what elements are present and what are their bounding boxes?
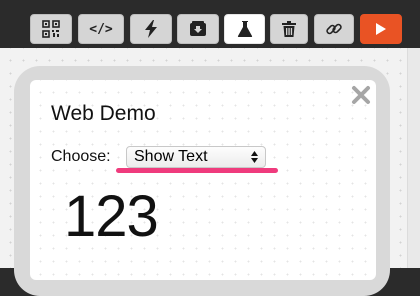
download-button[interactable] <box>177 14 219 44</box>
flask-button[interactable] <box>224 14 265 44</box>
scrollbar[interactable] <box>407 48 420 268</box>
flask-icon <box>237 21 252 37</box>
choose-label: Choose: <box>51 148 111 165</box>
select-highlight-underline <box>116 168 278 173</box>
lightning-button[interactable] <box>130 14 172 44</box>
display-text: 123 <box>64 184 159 249</box>
close-icon[interactable] <box>351 85 371 105</box>
link-icon <box>326 23 342 35</box>
qr-code-icon <box>42 20 60 38</box>
play-icon <box>376 23 386 35</box>
run-button[interactable] <box>360 14 402 44</box>
toolbar: </> <box>0 0 420 48</box>
delete-button[interactable] <box>270 14 308 44</box>
qr-code-button[interactable] <box>30 14 72 44</box>
select-value: Show Text <box>134 148 208 165</box>
lightning-icon <box>145 20 157 38</box>
display-mode-select[interactable]: Show Text <box>126 146 266 168</box>
link-button[interactable] <box>314 14 354 44</box>
app-title: Web Demo <box>51 102 156 125</box>
select-arrows-icon <box>251 151 258 163</box>
trash-icon <box>282 21 296 37</box>
code-button[interactable]: </> <box>78 14 124 44</box>
download-box-icon <box>190 21 206 36</box>
code-icon: </> <box>89 21 113 37</box>
